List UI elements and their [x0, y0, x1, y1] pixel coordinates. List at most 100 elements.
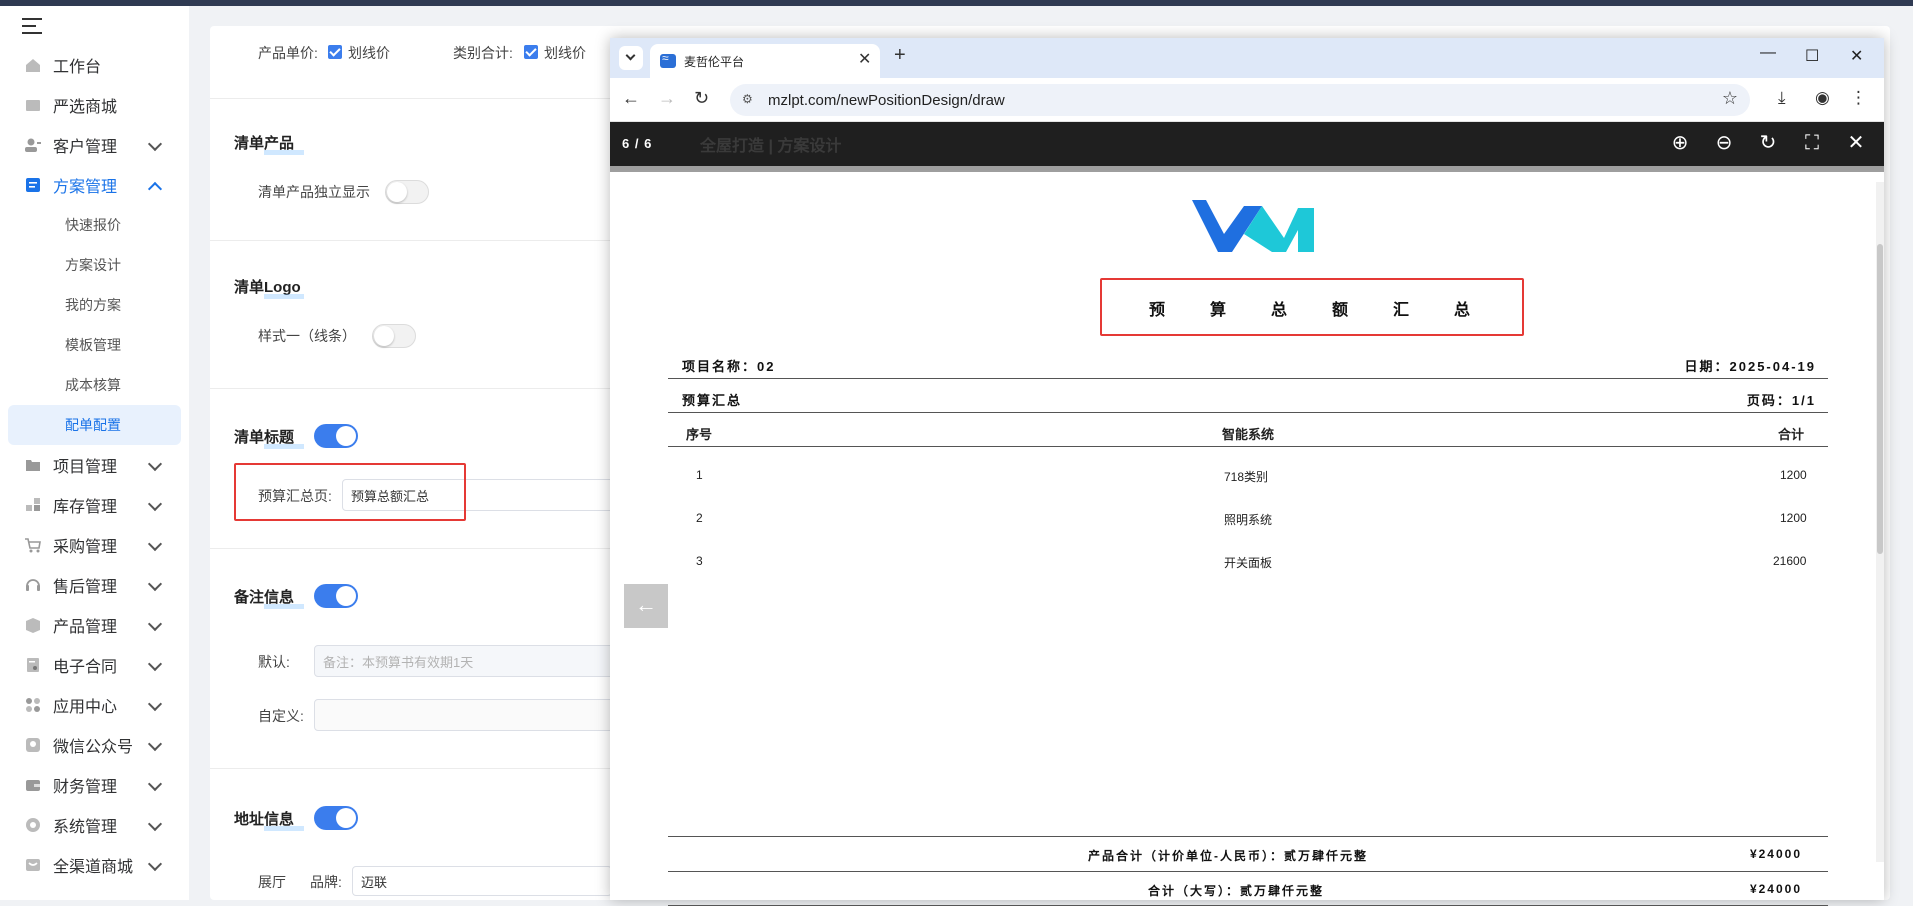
- row-system: 照明系统: [1224, 513, 1273, 527]
- remark-title: 备注信息: [234, 586, 305, 609]
- divider: [668, 412, 1828, 413]
- sidebar-item-omnichannel[interactable]: 全渠道商城: [0, 845, 189, 885]
- sidebar-item-finance[interactable]: 财务管理: [0, 765, 189, 805]
- zoom-in-icon[interactable]: ⊕: [1666, 129, 1694, 157]
- sidebar-subitem-plan-design[interactable]: 方案设计: [0, 245, 189, 285]
- chevron-down-icon: [147, 616, 163, 632]
- previous-image-button[interactable]: ←: [624, 584, 668, 628]
- sidebar-item-project[interactable]: 项目管理: [0, 445, 189, 485]
- remark-default-input[interactable]: 备注：本预算书有效期1天: [314, 645, 614, 677]
- close-viewer-icon[interactable]: ✕: [1842, 129, 1870, 157]
- browser-tab-bar: 麦哲伦平台 ✕ + — ☐ ✕: [610, 38, 1884, 78]
- sidebar-item-aftersale[interactable]: 售后管理: [0, 565, 189, 605]
- sidebar-item-purchase[interactable]: 采购管理: [0, 525, 189, 565]
- zoom-out-icon[interactable]: ⊖: [1710, 129, 1738, 157]
- doc-date: 日期：2025-04-19: [1684, 359, 1816, 374]
- viewer-toolbar: 6 / 6 全屋打造 | 方案设计 ⊕ ⊖ ↻ ⛶ ✕: [610, 122, 1884, 172]
- image-viewer: 6 / 6 全屋打造 | 方案设计 ⊕ ⊖ ↻ ⛶ ✕ ← 预算总额汇总 项目名…: [610, 122, 1884, 906]
- brand-input[interactable]: 迈联: [352, 866, 612, 896]
- unit-price-label: 产品单价:: [258, 45, 318, 61]
- reload-icon[interactable]: ↻: [694, 88, 709, 109]
- download-icon[interactable]: ⤓: [1778, 88, 1786, 108]
- list-product-title: 清单产品: [234, 132, 305, 155]
- sidebar: 工作台 严选商城 客户管理 方案管理 快速报价 方案设计 我的方案 模板管理 成…: [0, 6, 189, 900]
- divider: [210, 98, 610, 99]
- column-header-index: 序号: [686, 427, 713, 442]
- chevron-down-icon: [147, 736, 163, 752]
- section-title: 预算汇总: [682, 393, 743, 408]
- remark-custom-input[interactable]: [314, 699, 614, 731]
- chevron-down-icon: [147, 496, 163, 512]
- scrollbar[interactable]: [1876, 182, 1884, 862]
- sidebar-item-product[interactable]: 产品管理: [0, 605, 189, 645]
- chevron-down-icon: [147, 656, 163, 672]
- apps-icon: [26, 698, 40, 712]
- url-text: mzlpt.com/newPositionDesign/draw: [768, 92, 1005, 109]
- close-window-icon[interactable]: ✕: [1850, 46, 1863, 66]
- row-index: 2: [696, 511, 703, 525]
- wechat-icon: [26, 738, 40, 752]
- row-total: 21600: [1773, 554, 1807, 568]
- browser-toolbar: ← → ↻ ⚙ mzlpt.com/newPositionDesign/draw…: [610, 78, 1884, 122]
- sidebar-item-contract[interactable]: 电子合同: [0, 645, 189, 685]
- page-number: 页码：1/1: [1746, 393, 1816, 408]
- chevron-down-icon: [147, 696, 163, 712]
- document-icon: [26, 178, 40, 192]
- sidebar-item-apps[interactable]: 应用中心: [0, 685, 189, 725]
- wallet-icon: [26, 780, 40, 791]
- remark-default-label: 默认:: [258, 654, 290, 670]
- logo-style-label: 样式一（线条）: [258, 328, 356, 344]
- browser-tab[interactable]: 麦哲伦平台 ✕: [650, 44, 880, 78]
- sidebar-item-inventory[interactable]: 库存管理: [0, 485, 189, 525]
- list-logo-title: 清单Logo: [234, 276, 304, 299]
- close-tab-icon[interactable]: ✕: [858, 49, 871, 69]
- category-strike-checkbox[interactable]: [524, 45, 538, 59]
- sidebar-subitem-my-plans[interactable]: 我的方案: [0, 285, 189, 325]
- column-header-system: 智能系统: [1222, 427, 1275, 442]
- address-toggle[interactable]: [314, 806, 358, 830]
- row-system: 开关面板: [1224, 556, 1273, 570]
- minimize-icon[interactable]: —: [1760, 44, 1776, 62]
- more-menu-icon[interactable]: ⋮: [1850, 88, 1867, 108]
- forward-icon[interactable]: →: [658, 88, 676, 109]
- folder-icon: [26, 460, 40, 471]
- new-tab-icon[interactable]: +: [894, 44, 906, 67]
- doc-title: 预算总额汇总: [1148, 302, 1515, 319]
- sidebar-item-mall[interactable]: 严选商城: [0, 85, 189, 125]
- remark-toggle[interactable]: [314, 584, 358, 608]
- sidebar-item-system[interactable]: 系统管理: [0, 805, 189, 845]
- list-product-independent-toggle[interactable]: [385, 180, 429, 204]
- sidebar-subitem-templates[interactable]: 模板管理: [0, 325, 189, 365]
- bookmark-star-icon[interactable]: ☆: [1722, 88, 1738, 109]
- tab-search-icon[interactable]: [619, 46, 643, 70]
- back-icon[interactable]: ←: [622, 88, 640, 109]
- sidebar-subitem-cost[interactable]: 成本核算: [0, 365, 189, 405]
- divider: [668, 378, 1828, 379]
- menu-toggle-icon[interactable]: [22, 16, 46, 36]
- strike-price-checkbox[interactable]: [328, 45, 342, 59]
- chevron-up-icon: [147, 181, 163, 197]
- grand-total-value: ¥24000: [1749, 882, 1802, 896]
- chevron-down-icon: [147, 816, 163, 832]
- project-name: 项目名称：02: [682, 359, 776, 374]
- row-total: 1200: [1780, 468, 1807, 482]
- rotate-icon[interactable]: ↻: [1754, 129, 1782, 157]
- sidebar-item-wechat[interactable]: 微信公众号: [0, 725, 189, 765]
- sidebar-subitem-order-config[interactable]: 配单配置: [8, 405, 181, 445]
- remark-custom-label: 自定义:: [258, 708, 304, 724]
- maximize-icon[interactable]: ☐: [1805, 46, 1819, 66]
- fullscreen-icon[interactable]: ⛶: [1798, 129, 1826, 157]
- sidebar-item-workbench[interactable]: 工作台: [0, 45, 189, 85]
- row-index: 3: [696, 554, 703, 568]
- store-icon: [26, 859, 40, 871]
- site-info-icon[interactable]: ⚙: [742, 92, 756, 106]
- profile-icon[interactable]: ◉: [1815, 88, 1830, 108]
- sidebar-subitem-quick-quote[interactable]: 快速报价: [0, 205, 189, 245]
- background-app-title: 全屋打造 | 方案设计: [700, 138, 842, 155]
- logo-style-toggle[interactable]: [372, 324, 416, 348]
- list-title-toggle[interactable]: [314, 424, 358, 448]
- divider: [210, 548, 610, 549]
- sidebar-item-customer[interactable]: 客户管理: [0, 125, 189, 165]
- address-bar[interactable]: ⚙ mzlpt.com/newPositionDesign/draw ☆: [730, 84, 1750, 116]
- sidebar-item-plan[interactable]: 方案管理: [0, 165, 189, 205]
